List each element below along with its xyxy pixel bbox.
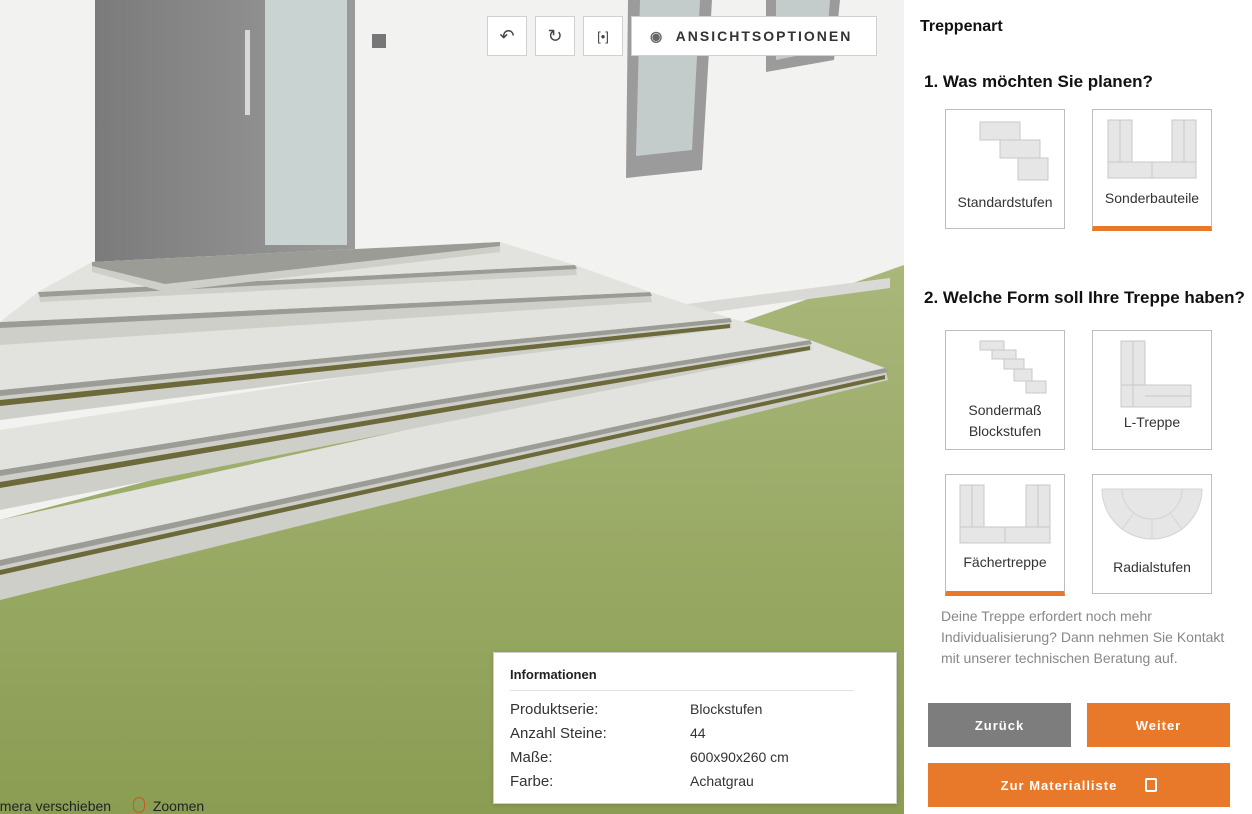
standardstufen-icon <box>979 121 1049 181</box>
contact-note: Deine Treppe erfordert noch mehr Individ… <box>941 608 1225 666</box>
option-label: Sonderbauteile <box>1104 190 1200 206</box>
next-button[interactable]: Weiter <box>1087 703 1230 747</box>
info-row: Maße: 600x90x260 cm <box>510 745 880 769</box>
ansichtsoptionen-button[interactable]: ◉ ANSICHTSOPTIONEN <box>631 16 877 56</box>
question-1: 1. Was möchten Sie planen? <box>924 72 1153 91</box>
redo-button[interactable]: ↻ <box>535 16 575 56</box>
zoom-hint: Zoomen <box>152 798 205 814</box>
sonderbauteile-icon <box>1107 119 1197 179</box>
undo-icon: ↶ <box>499 25 515 46</box>
eye-icon: ◉ <box>650 27 665 44</box>
info-row: Anzahl Steine: 44 <box>510 721 880 745</box>
option-sondermass-blockstufen[interactable]: Sondermaß Blockstufen <box>945 330 1065 450</box>
back-button[interactable]: Zurück <box>928 703 1071 747</box>
option-standardstufen[interactable]: Standardstufen <box>945 109 1065 229</box>
ansichtsoptionen-label: ANSICHTSOPTIONEN <box>675 28 853 44</box>
option-label: Radialstufen <box>1113 559 1191 575</box>
back-button-label: Zurück <box>974 717 1025 733</box>
clipboard-icon <box>1145 778 1158 792</box>
option-label-line: Sondermaß <box>968 402 1042 418</box>
question-2: 2. Welche Form soll Ihre Treppe haben? <box>924 288 1245 307</box>
info-key: Anzahl Steine: <box>510 724 607 742</box>
radialstufen-icon <box>1101 488 1203 540</box>
material-list-button[interactable]: Zur Materialliste <box>928 763 1230 807</box>
info-value: 600x90x260 cm <box>690 749 789 765</box>
sondermass-blockstufen-icon <box>979 340 1047 394</box>
3d-viewport[interactable]: ↶ ↻ [•] ◉ ANSICHTSOPTIONEN Informationen… <box>0 0 904 814</box>
option-label: Standardstufen <box>957 194 1053 210</box>
info-value: Blockstufen <box>690 701 763 717</box>
option-label: Fächertreppe <box>963 554 1047 570</box>
faechertreppe-icon <box>959 484 1051 544</box>
mouse-wheel-icon <box>132 797 145 813</box>
option-l-treppe[interactable]: L-Treppe <box>1092 330 1212 450</box>
navigation-hint: amera verschieben Zoomen <box>0 797 204 814</box>
option-label-line: Blockstufen <box>968 423 1042 439</box>
info-title: Informationen <box>510 667 854 691</box>
option-sonderbauteile[interactable]: Sonderbauteile <box>1092 109 1212 231</box>
info-value: 44 <box>690 725 706 741</box>
info-key: Maße: <box>510 748 553 766</box>
redo-icon: ↻ <box>547 25 563 46</box>
next-button-label: Weiter <box>1135 717 1182 733</box>
undo-button[interactable]: ↶ <box>487 16 527 56</box>
info-row: Farbe: Achatgrau <box>510 769 880 793</box>
option-label: L-Treppe <box>1123 414 1181 430</box>
material-list-label: Zur Materialliste <box>1000 777 1118 793</box>
option-label: Sondermaß Blockstufen <box>946 400 1064 442</box>
l-treppe-icon <box>1120 340 1192 408</box>
sidebar: Treppenart 1. Was möchten Sie planen? St… <box>904 0 1252 814</box>
pan-hint: amera verschieben <box>0 798 112 814</box>
option-faechertreppe[interactable]: Fächertreppe <box>945 474 1065 596</box>
sidebar-title: Treppenart <box>920 18 1003 35</box>
info-panel: Informationen Produktserie: Blockstufen … <box>493 652 897 804</box>
info-value: Achatgrau <box>690 773 754 789</box>
info-key: Farbe: <box>510 772 554 790</box>
fit-view-button[interactable]: [•] <box>583 16 623 56</box>
info-key: Produktserie: <box>510 700 599 718</box>
fit-view-icon: [•] <box>597 28 609 44</box>
info-row: Produktserie: Blockstufen <box>510 697 880 721</box>
option-radialstufen[interactable]: Radialstufen <box>1092 474 1212 594</box>
